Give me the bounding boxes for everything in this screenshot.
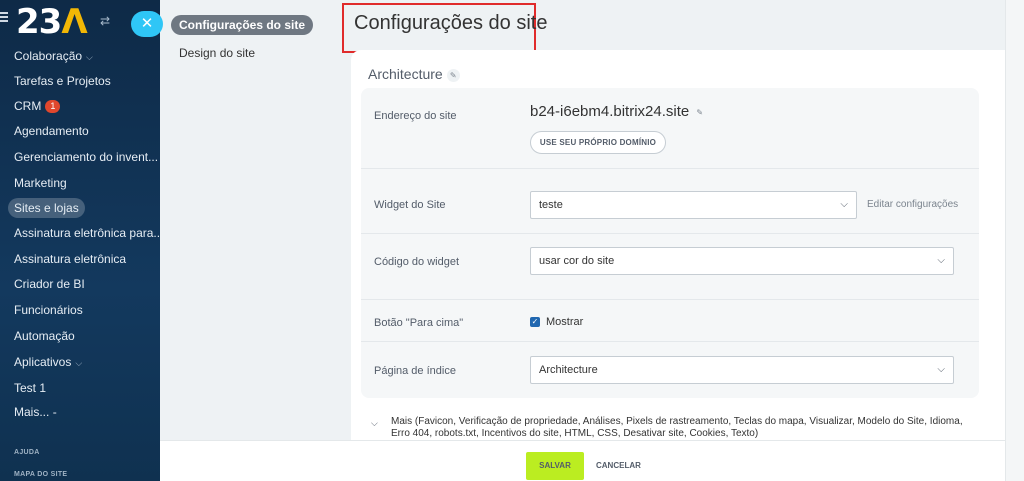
index-page-select[interactable]: Architecture ⌵ <box>530 356 954 384</box>
nav-item-site-settings[interactable]: Configurações do site <box>171 15 314 35</box>
chevron-down-icon: ⌵ <box>86 52 93 62</box>
widget-code-select[interactable]: usar cor do site ⌵ <box>530 247 954 275</box>
left-sidebar: 23Λ ⇄ Colaboração ⌵ Tarefas e Projetos CR… <box>0 0 163 481</box>
settings-sliders-icon[interactable]: ⇄ <box>100 14 110 28</box>
save-button[interactable]: SALVAR <box>526 452 584 480</box>
company-logo[interactable]: 23Λ <box>16 2 88 42</box>
sidebar-item-mais[interactable]: Mais... - <box>8 402 63 422</box>
page-scrollbar[interactable] <box>1005 0 1024 481</box>
settings-card: Architecture ✎ Endereço do site b24-i6ebm… <box>351 50 1019 450</box>
sidebar-item-criador-bi[interactable]: Criador de BI <box>8 274 91 294</box>
sidebar-item-test1[interactable]: Test 1 <box>8 378 52 398</box>
site-address-label: Endereço do site <box>374 110 457 122</box>
close-slider-button[interactable]: ✕ <box>131 11 163 37</box>
sidebar-item-inventario[interactable]: Gerenciamento do invent... <box>8 147 164 167</box>
pencil-icon[interactable]: ✎ <box>693 106 706 119</box>
divider <box>361 299 979 300</box>
settings-panel: Endereço do site b24-i6ebm4.bitrix24.sit… <box>361 88 979 398</box>
sidebar-item-assinatura-para[interactable]: Assinatura eletrônica para... <box>8 223 169 243</box>
notification-badge: 1 <box>45 100 61 113</box>
more-settings-toggle[interactable]: Mais (Favicon, Verificação de propriedad… <box>391 416 971 440</box>
edit-settings-link[interactable]: Editar configurações <box>867 199 958 210</box>
sidebar-item-automacao[interactable]: Automação <box>8 326 81 346</box>
sidebar-item-assinatura[interactable]: Assinatura eletrônica <box>8 249 132 269</box>
chevron-down-icon[interactable]: ⌵ <box>371 418 378 429</box>
page-title: Configurações do site <box>354 12 548 34</box>
close-icon: ✕ <box>140 15 154 32</box>
divider <box>361 341 979 342</box>
chevron-down-icon: ⌵ <box>840 199 848 210</box>
action-footer: SALVAR CANCELAR <box>160 440 1005 481</box>
widget-select[interactable]: teste ⌵ <box>530 191 857 219</box>
index-page-label: Página de índice <box>374 365 456 377</box>
sidebar-section-sitemap[interactable]: MAPA DO SITE <box>14 471 67 478</box>
show-checkbox-label[interactable]: Mostrar <box>546 316 583 328</box>
widget-label: Widget do Site <box>374 199 446 211</box>
chevron-down-icon: ⌵ <box>937 255 945 266</box>
sidebar-item-sites-lojas[interactable]: Sites e lojas <box>8 198 85 218</box>
sidebar-item-aplicativos[interactable]: Aplicativos ⌵ <box>8 352 88 372</box>
divider <box>361 168 979 169</box>
chevron-down-icon: ⌵ <box>75 358 83 368</box>
site-domain: b24-i6ebm4.bitrix24.site ✎ <box>530 103 706 120</box>
scroll-top-label: Botão "Para cima" <box>374 317 464 329</box>
sidebar-item-funcionarios[interactable]: Funcionários <box>8 300 89 320</box>
sidebar-item-crm[interactable]: CRM 1 <box>8 96 66 116</box>
settings-nav: Configurações do site Design do site <box>160 0 314 481</box>
chevron-down-icon: ⌵ <box>937 364 945 375</box>
divider <box>361 233 979 234</box>
widget-code-label: Código do widget <box>374 256 460 268</box>
show-checkbox[interactable]: ✓ <box>530 317 540 327</box>
cancel-button[interactable]: CANCELAR <box>596 452 641 480</box>
card-title: Architecture ✎ <box>368 66 460 82</box>
hamburger-icon[interactable] <box>0 10 10 24</box>
sidebar-section-help[interactable]: AJUDA <box>14 449 40 456</box>
sidebar-item-agendamento[interactable]: Agendamento <box>8 121 95 141</box>
sidebar-item-tarefas[interactable]: Tarefas e Projetos <box>8 71 117 91</box>
use-own-domain-button[interactable]: USE SEU PRÓPRIO DOMÍNIO <box>530 131 666 154</box>
pencil-icon[interactable]: ✎ <box>446 69 460 82</box>
nav-item-site-design[interactable]: Design do site <box>179 46 255 60</box>
sidebar-item-marketing[interactable]: Marketing <box>8 173 73 193</box>
sidebar-item-colaboracao[interactable]: Colaboração ⌵ <box>8 46 99 66</box>
